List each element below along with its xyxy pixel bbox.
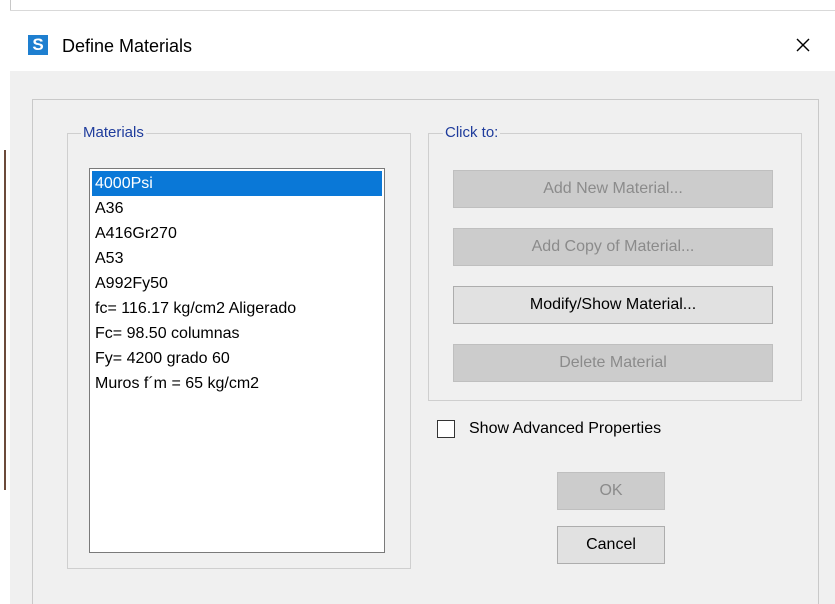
click-to-group-label: Click to:	[443, 124, 501, 142]
materials-group-label: Materials	[81, 124, 146, 142]
materials-listbox[interactable]: 4000Psi A36 A416Gr270 A53 A992Fy50 fc= 116.17…	[89, 168, 385, 553]
show-advanced-properties-checkbox[interactable]	[437, 420, 455, 438]
material-list-item[interactable]: Fy= 4200 grado 60	[92, 346, 382, 371]
close-icon	[796, 38, 810, 52]
material-list-item[interactable]: A36	[92, 196, 382, 221]
cancel-button[interactable]: Cancel	[557, 526, 665, 564]
ok-button[interactable]: OK	[557, 472, 665, 510]
click-to-group: Click to: Add New Material... Add Copy o…	[428, 124, 802, 401]
add-new-material-button[interactable]: Add New Material...	[453, 170, 773, 208]
delete-material-button[interactable]: Delete Material	[453, 344, 773, 382]
material-list-item[interactable]: A416Gr270	[92, 221, 382, 246]
close-button[interactable]	[786, 29, 820, 61]
material-list-item[interactable]: A53	[92, 246, 382, 271]
define-materials-dialog: S Define Materials Materials 4000Psi A36 A…	[10, 10, 835, 604]
materials-group: Materials 4000Psi A36 A416Gr270 A53 A992Fy50…	[67, 124, 411, 569]
material-list-item[interactable]: Muros f´m = 65 kg/cm2	[92, 371, 382, 396]
material-list-item[interactable]: fc= 116.17 kg/cm2 Aligerado	[92, 296, 382, 321]
material-list-item[interactable]: Fc= 98.50 columnas	[92, 321, 382, 346]
add-copy-of-material-button[interactable]: Add Copy of Material...	[453, 228, 773, 266]
screen: S Define Materials Materials 4000Psi A36 A…	[0, 0, 835, 604]
app-logo-icon: S	[28, 35, 48, 55]
show-advanced-properties-label[interactable]: Show Advanced Properties	[469, 418, 661, 440]
modify-show-material-button[interactable]: Modify/Show Material...	[453, 286, 773, 324]
dialog-content-frame: Materials 4000Psi A36 A416Gr270 A53 A992Fy50…	[32, 99, 819, 604]
dialog-title: Define Materials	[62, 36, 193, 56]
material-list-item[interactable]: 4000Psi	[92, 171, 382, 196]
material-list-item[interactable]: A992Fy50	[92, 271, 382, 296]
title-bar[interactable]: S Define Materials	[10, 11, 835, 71]
background-window-mark	[4, 150, 6, 490]
